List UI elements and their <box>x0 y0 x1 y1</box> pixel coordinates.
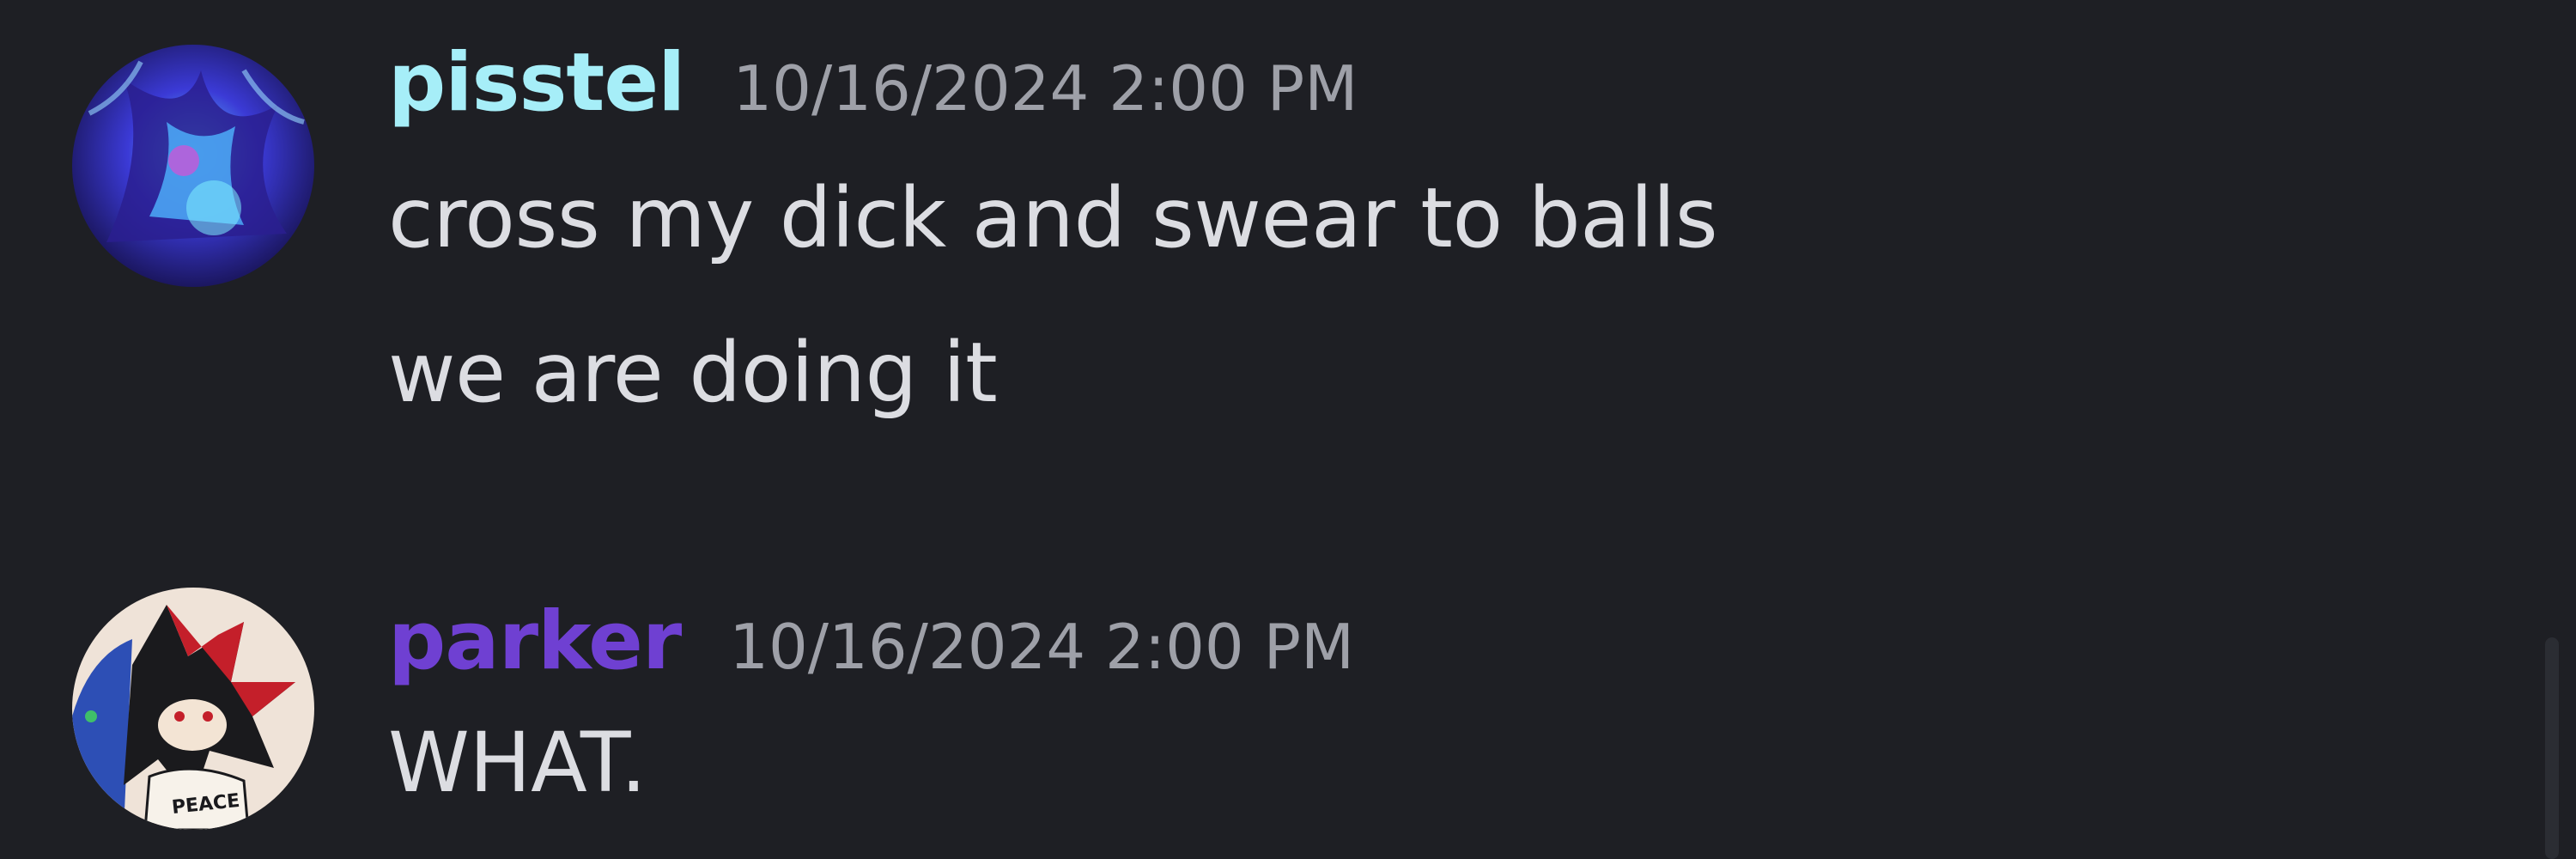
message-header: parker 10/16/2024 2:00 PM <box>388 594 1354 688</box>
scrollbar[interactable] <box>2545 637 2559 859</box>
username[interactable]: parker <box>388 594 682 688</box>
avatar-icon <box>72 45 314 287</box>
message-header: pisstel 10/16/2024 2:00 PM <box>388 36 1358 130</box>
avatar[interactable]: PEACE <box>72 588 314 830</box>
message-text: WHAT. <box>388 715 647 811</box>
timestamp: 10/16/2024 2:00 PM <box>732 52 1358 125</box>
message-group: PEACE parker 10/16/2024 2:00 PM WHAT. <box>0 550 2524 859</box>
timestamp: 10/16/2024 2:00 PM <box>729 611 1355 683</box>
avatar[interactable] <box>72 45 314 287</box>
chat-messages: pisstel 10/16/2024 2:00 PM cross my dick … <box>0 0 2576 859</box>
username[interactable]: pisstel <box>388 36 685 130</box>
message-text: we are doing it <box>388 325 998 421</box>
message-group: pisstel 10/16/2024 2:00 PM cross my dick … <box>0 0 2524 481</box>
avatar-icon <box>72 588 314 830</box>
message-text: cross my dick and swear to balls <box>388 170 1718 266</box>
